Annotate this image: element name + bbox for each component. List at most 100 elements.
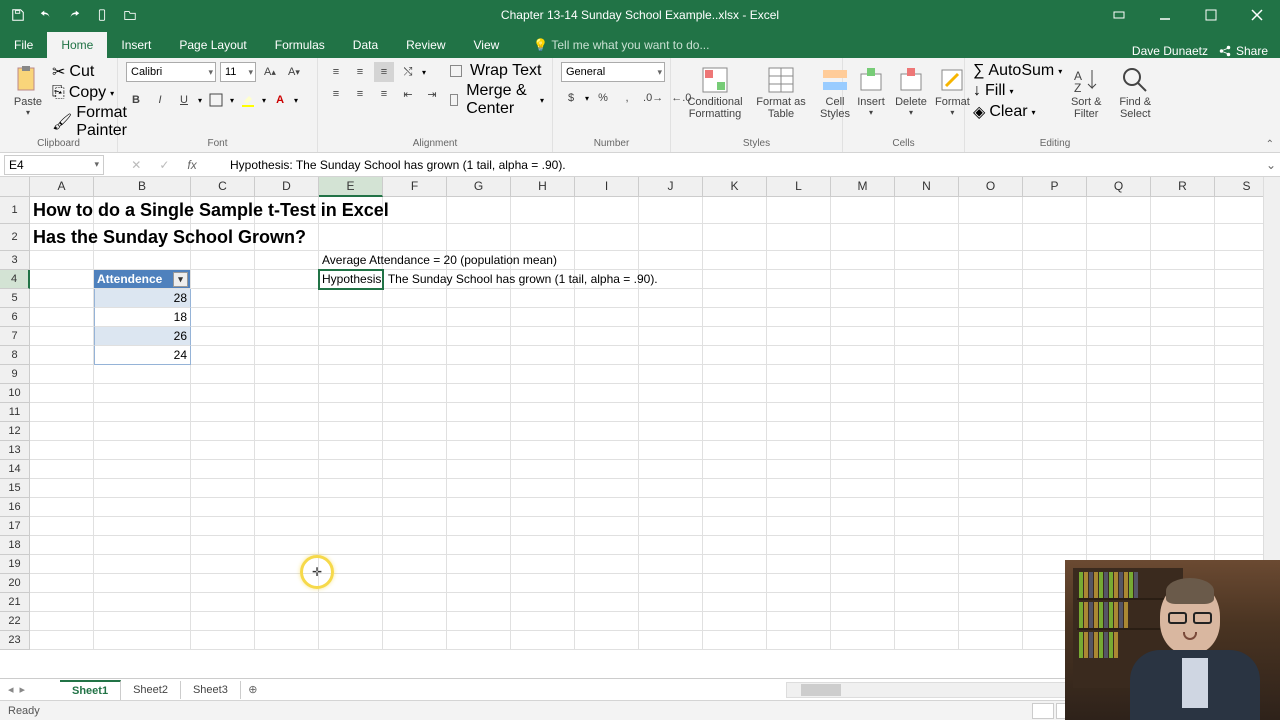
cell-D6[interactable] [255,308,319,327]
cell-I9[interactable] [575,365,639,384]
cell-I13[interactable] [575,441,639,460]
cell-F17[interactable] [383,517,447,536]
align-middle-icon[interactable]: ≡ [350,62,370,82]
cell-H14[interactable] [511,460,575,479]
cell-P3[interactable] [1023,251,1087,270]
cell-H18[interactable] [511,536,575,555]
cell-B14[interactable] [94,460,191,479]
redo-icon[interactable] [66,7,82,23]
cell-H7[interactable] [511,327,575,346]
cell-B21[interactable] [94,593,191,612]
cell-E9[interactable] [319,365,383,384]
cell-M21[interactable] [831,593,895,612]
cell-A2[interactable]: Has the Sunday School Grown? [30,224,94,251]
cell-O21[interactable] [959,593,1023,612]
cell-E11[interactable] [319,403,383,422]
decrease-indent-icon[interactable]: ⇤ [398,84,418,104]
fill-color-button[interactable] [238,90,258,110]
cell-J9[interactable] [639,365,703,384]
cell-K6[interactable] [703,308,767,327]
cell-A11[interactable] [30,403,94,422]
increase-font-icon[interactable]: A▴ [260,62,280,82]
cell-A22[interactable] [30,612,94,631]
cell-N21[interactable] [895,593,959,612]
cell-E18[interactable] [319,536,383,555]
cell-O6[interactable] [959,308,1023,327]
clear-button[interactable]: ◈ Clear ▾ [973,102,1062,122]
cell-F5[interactable] [383,289,447,308]
cell-N12[interactable] [895,422,959,441]
cell-D12[interactable] [255,422,319,441]
cell-B7[interactable]: 26 [94,327,191,346]
row-header-9[interactable]: 9 [0,365,30,384]
cell-O5[interactable] [959,289,1023,308]
row-header-15[interactable]: 15 [0,479,30,498]
cell-R12[interactable] [1151,422,1215,441]
cell-E8[interactable] [319,346,383,365]
cell-L1[interactable] [767,197,831,224]
cell-Q16[interactable] [1087,498,1151,517]
underline-button[interactable]: U [174,90,194,110]
cell-Q18[interactable] [1087,536,1151,555]
border-button[interactable] [206,90,226,110]
cell-O22[interactable] [959,612,1023,631]
column-header-F[interactable]: F [383,177,447,197]
cell-O9[interactable] [959,365,1023,384]
cell-R4[interactable] [1151,270,1215,289]
cell-C12[interactable] [191,422,255,441]
number-format-combo[interactable]: General [561,62,665,82]
font-color-button[interactable]: A [270,90,290,110]
cell-M8[interactable] [831,346,895,365]
cell-I14[interactable] [575,460,639,479]
cell-P7[interactable] [1023,327,1087,346]
column-header-E[interactable]: E [319,177,383,197]
minimize-button[interactable] [1142,0,1188,30]
cell-L23[interactable] [767,631,831,650]
sheet-tab-1[interactable]: Sheet1 [60,680,121,700]
cell-L20[interactable] [767,574,831,593]
cell-L16[interactable] [767,498,831,517]
cell-G1[interactable] [447,197,511,224]
cell-O20[interactable] [959,574,1023,593]
cell-K10[interactable] [703,384,767,403]
cell-I11[interactable] [575,403,639,422]
cell-G7[interactable] [447,327,511,346]
cell-F2[interactable] [383,224,447,251]
cell-B13[interactable] [94,441,191,460]
row-header-21[interactable]: 21 [0,593,30,612]
cell-R2[interactable] [1151,224,1215,251]
column-header-M[interactable]: M [831,177,895,197]
cell-R13[interactable] [1151,441,1215,460]
cell-O1[interactable] [959,197,1023,224]
cell-I3[interactable] [575,251,639,270]
cell-R18[interactable] [1151,536,1215,555]
cell-Q13[interactable] [1087,441,1151,460]
cell-E13[interactable] [319,441,383,460]
cell-I15[interactable] [575,479,639,498]
cell-C14[interactable] [191,460,255,479]
cell-K1[interactable] [703,197,767,224]
cell-M12[interactable] [831,422,895,441]
cell-M13[interactable] [831,441,895,460]
cell-J1[interactable] [639,197,703,224]
cell-G18[interactable] [447,536,511,555]
cell-B6[interactable]: 18 [94,308,191,327]
cell-G22[interactable] [447,612,511,631]
tab-view[interactable]: View [460,32,514,58]
cell-K12[interactable] [703,422,767,441]
enter-formula-icon[interactable]: ✓ [159,158,169,172]
cell-E23[interactable] [319,631,383,650]
save-icon[interactable] [10,7,26,23]
cell-O15[interactable] [959,479,1023,498]
cell-G10[interactable] [447,384,511,403]
cell-H1[interactable] [511,197,575,224]
tell-me-search[interactable]: 💡 Tell me what you want to do... [519,32,723,58]
cell-D10[interactable] [255,384,319,403]
cell-J13[interactable] [639,441,703,460]
cell-L17[interactable] [767,517,831,536]
cell-D11[interactable] [255,403,319,422]
close-button[interactable] [1234,0,1280,30]
cell-E3[interactable]: Average Attendance = 20 (population mean… [319,251,383,270]
cell-A1[interactable]: How to do a Single Sample t-Test in Exce… [30,197,94,224]
row-header-2[interactable]: 2 [0,224,30,251]
